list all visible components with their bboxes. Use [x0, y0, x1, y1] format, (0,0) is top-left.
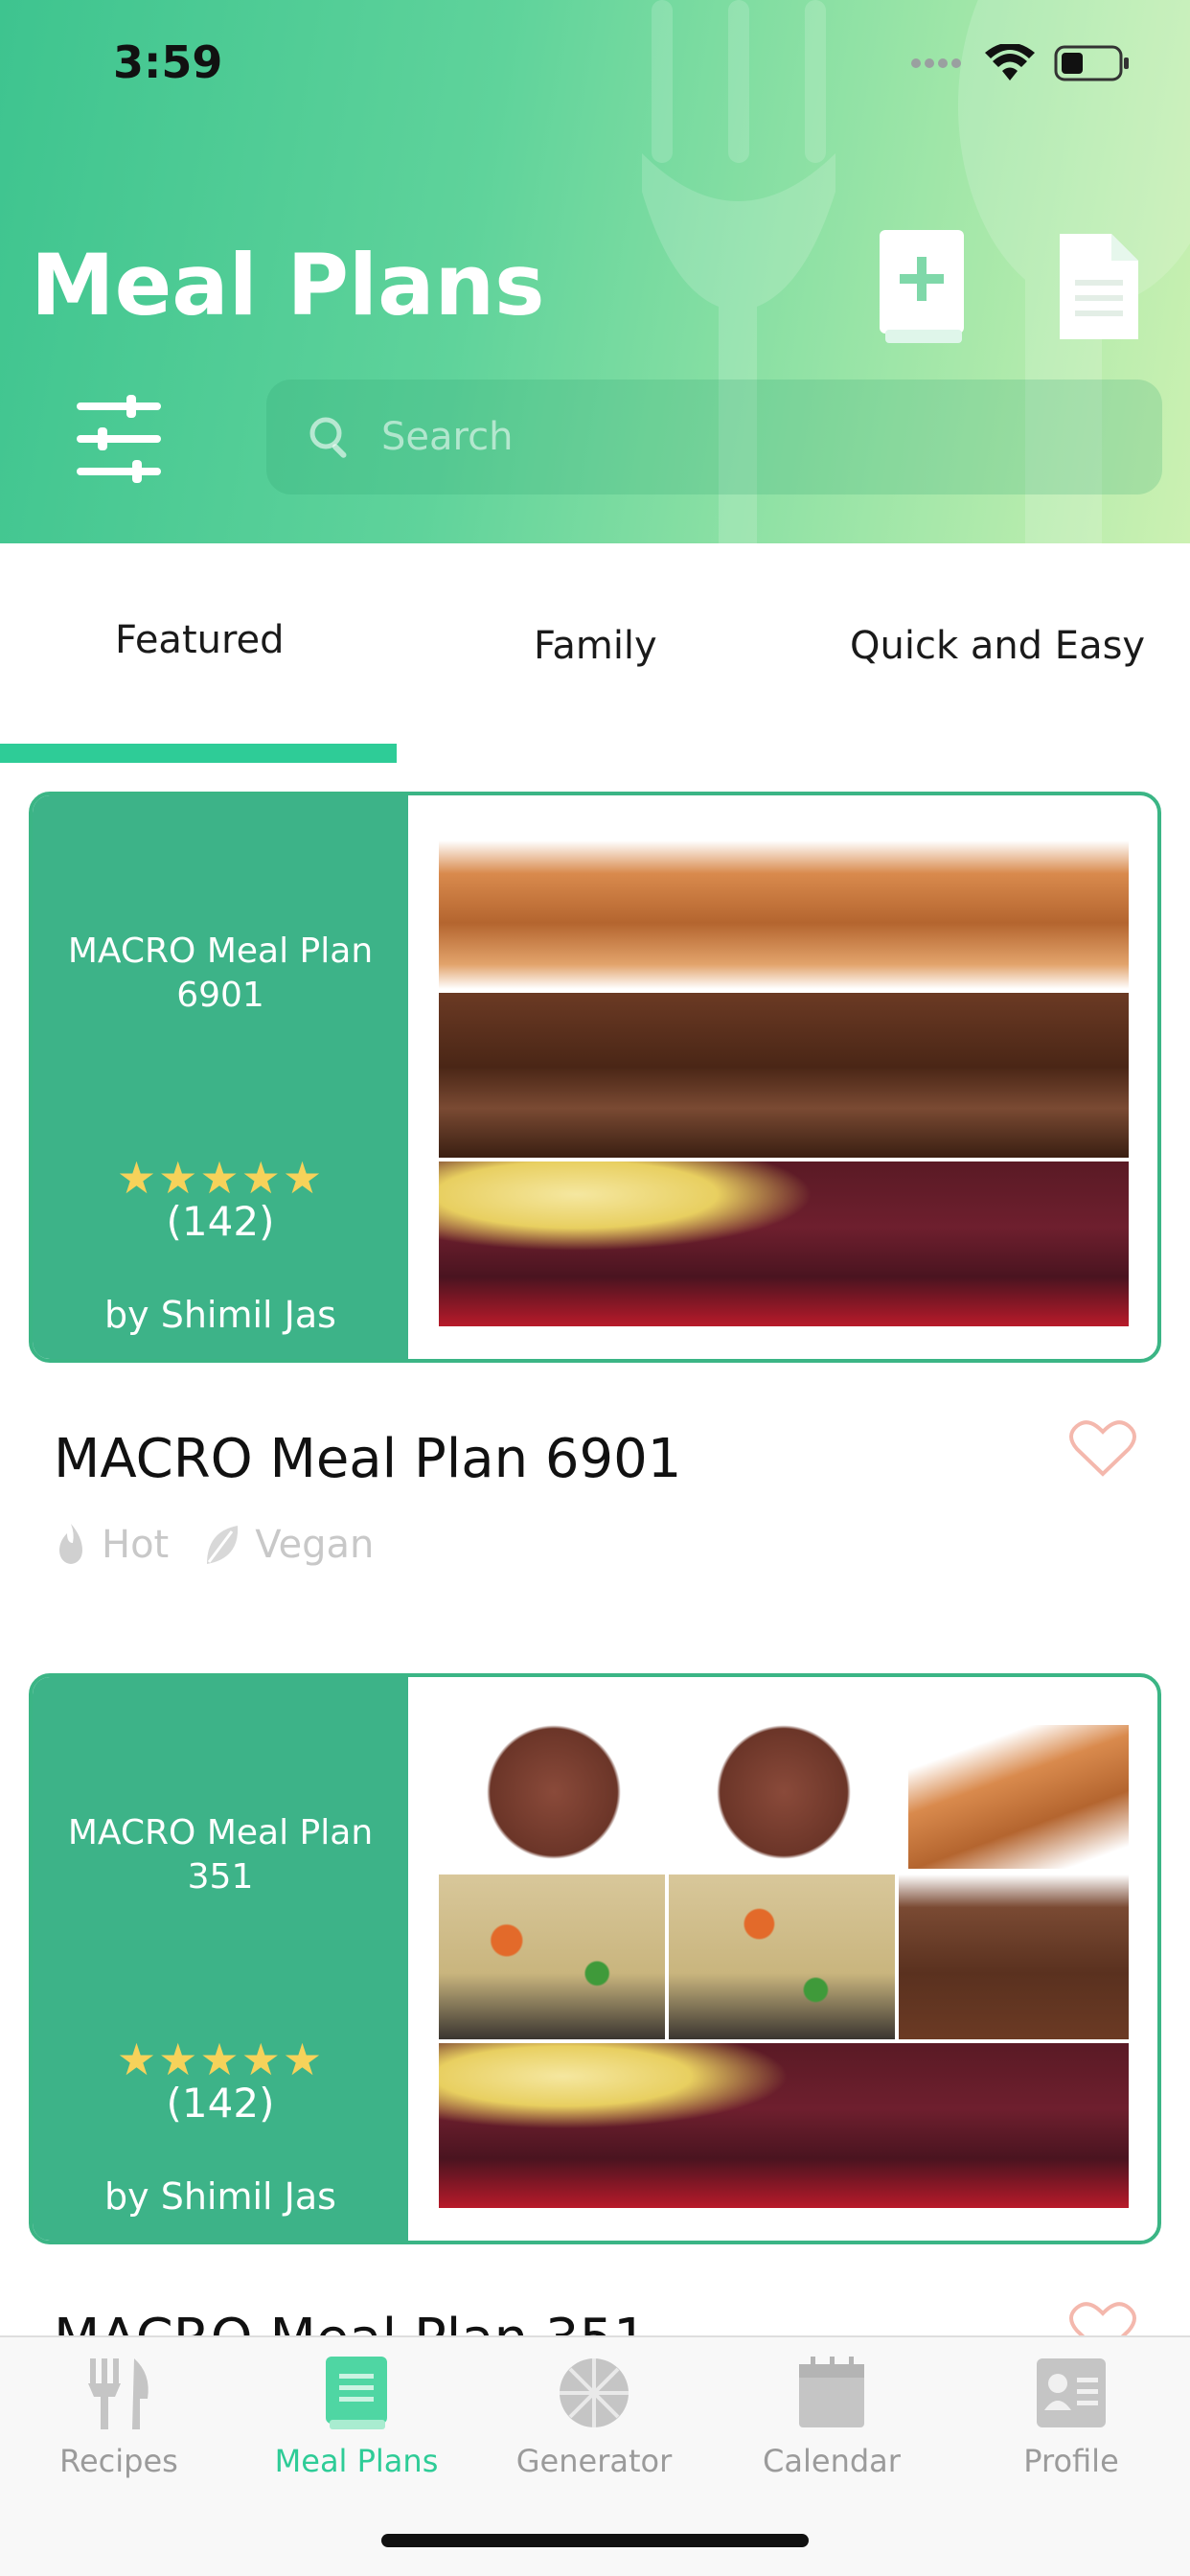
author: by Shimil Jas — [104, 1294, 336, 1336]
card-info-panel: MACRO Meal Plan 6901 ★★★★★ (142) by Shim… — [33, 795, 408, 1359]
flame-icon — [59, 1524, 82, 1564]
card-plan-name-line2: 351 — [187, 1857, 254, 1897]
meal-plan-tags: Hot Vegan — [54, 1522, 374, 1568]
rating-stars: ★★★★★ — [116, 2034, 325, 2085]
tab-family[interactable]: Family — [534, 624, 657, 668]
banana-bread-image — [908, 1725, 1129, 1869]
calendar-icon — [799, 2357, 864, 2427]
screen: 3:59 Meal Plans Search Featured Family Q… — [0, 0, 1190, 2576]
document-list-button[interactable] — [1056, 230, 1142, 343]
rating-stars: ★★★★★ — [116, 1152, 325, 1204]
tag-hot: Hot — [54, 1522, 169, 1568]
home-indicator[interactable] — [381, 2534, 809, 2547]
cookie-image — [468, 1715, 640, 1869]
meal-plan-card[interactable]: MACRO Meal Plan 351 ★★★★★ (142) by Shimi… — [29, 1673, 1161, 2244]
card-info-panel: MACRO Meal Plan 351 ★★★★★ (142) by Shimi… — [33, 1677, 408, 2241]
search-input[interactable] — [381, 415, 1052, 459]
add-meal-plan-button[interactable] — [878, 230, 966, 343]
tag-vegan-label: Vegan — [255, 1523, 375, 1567]
cellular-signal-icon — [911, 58, 961, 68]
rating-count: (142) — [166, 1198, 275, 1245]
tab-bar-label: Meal Plans — [274, 2443, 439, 2479]
fork-knife-icon — [88, 2358, 149, 2429]
header: 3:59 Meal Plans — [0, 0, 1190, 543]
fudge-image — [899, 1874, 1129, 2039]
tab-quick-and-easy[interactable]: Quick and Easy — [850, 624, 1145, 668]
card-plan-name: MACRO Meal Plan 351 — [52, 1811, 389, 1899]
banana-bread-image — [439, 824, 1129, 989]
fried-rice-image — [669, 1874, 895, 2039]
status-icons — [910, 44, 1131, 82]
status-time: 3:59 — [113, 36, 223, 88]
tab-bar-generator[interactable]: Generator — [475, 2355, 713, 2479]
wheel-icon — [560, 2358, 629, 2427]
page-title: Meal Plans — [31, 236, 545, 334]
author: by Shimil Jas — [104, 2175, 336, 2218]
card-plan-name: MACRO Meal Plan 6901 — [52, 930, 389, 1018]
leaf-icon — [207, 1526, 239, 1564]
tab-bar-label: Profile — [1023, 2443, 1119, 2479]
favorite-heart-icon[interactable] — [1069, 1418, 1136, 1478]
rating-count: (142) — [166, 2080, 275, 2127]
active-tab-indicator — [0, 744, 397, 763]
red-velvet-cake-image — [439, 1162, 1129, 1326]
fudge-image — [439, 993, 1129, 1158]
tab-bar-meal-plans[interactable]: Meal Plans — [238, 2355, 475, 2479]
wifi-icon — [985, 44, 1035, 80]
meal-plan-title: MACRO Meal Plan 6901 — [54, 1428, 682, 1490]
search-bar[interactable] — [266, 380, 1162, 494]
card-plan-name-line1: MACRO Meal Plan — [67, 1813, 374, 1852]
category-tabs: Featured Family Quick and Easy — [0, 543, 1190, 764]
tab-bar-label: Generator — [515, 2443, 673, 2479]
profile-card-icon — [1037, 2358, 1106, 2427]
tab-bar-label: Calendar — [763, 2443, 901, 2479]
tag-hot-label: Hot — [102, 1523, 170, 1567]
tab-featured[interactable]: Featured — [115, 618, 285, 662]
tab-bar-calendar[interactable]: Calendar — [713, 2355, 950, 2479]
fried-rice-image — [439, 1874, 665, 2039]
cookie-image — [698, 1715, 870, 1869]
tab-bar-label: Recipes — [59, 2443, 178, 2479]
book-icon — [326, 2357, 387, 2429]
tab-bar-recipes[interactable]: Recipes — [0, 2355, 238, 2479]
search-icon — [309, 417, 347, 458]
tab-bar-profile[interactable]: Profile — [952, 2355, 1190, 2479]
card-plan-name-line1: MACRO Meal Plan — [67, 932, 374, 971]
tag-vegan: Vegan — [203, 1522, 374, 1568]
card-plan-name-line2: 6901 — [176, 976, 264, 1015]
meal-plan-card[interactable]: MACRO Meal Plan 6901 ★★★★★ (142) by Shim… — [29, 792, 1161, 1363]
filter-sliders-button[interactable] — [77, 395, 161, 483]
battery-icon — [1054, 45, 1129, 81]
red-velvet-cake-image — [439, 2043, 1129, 2208]
